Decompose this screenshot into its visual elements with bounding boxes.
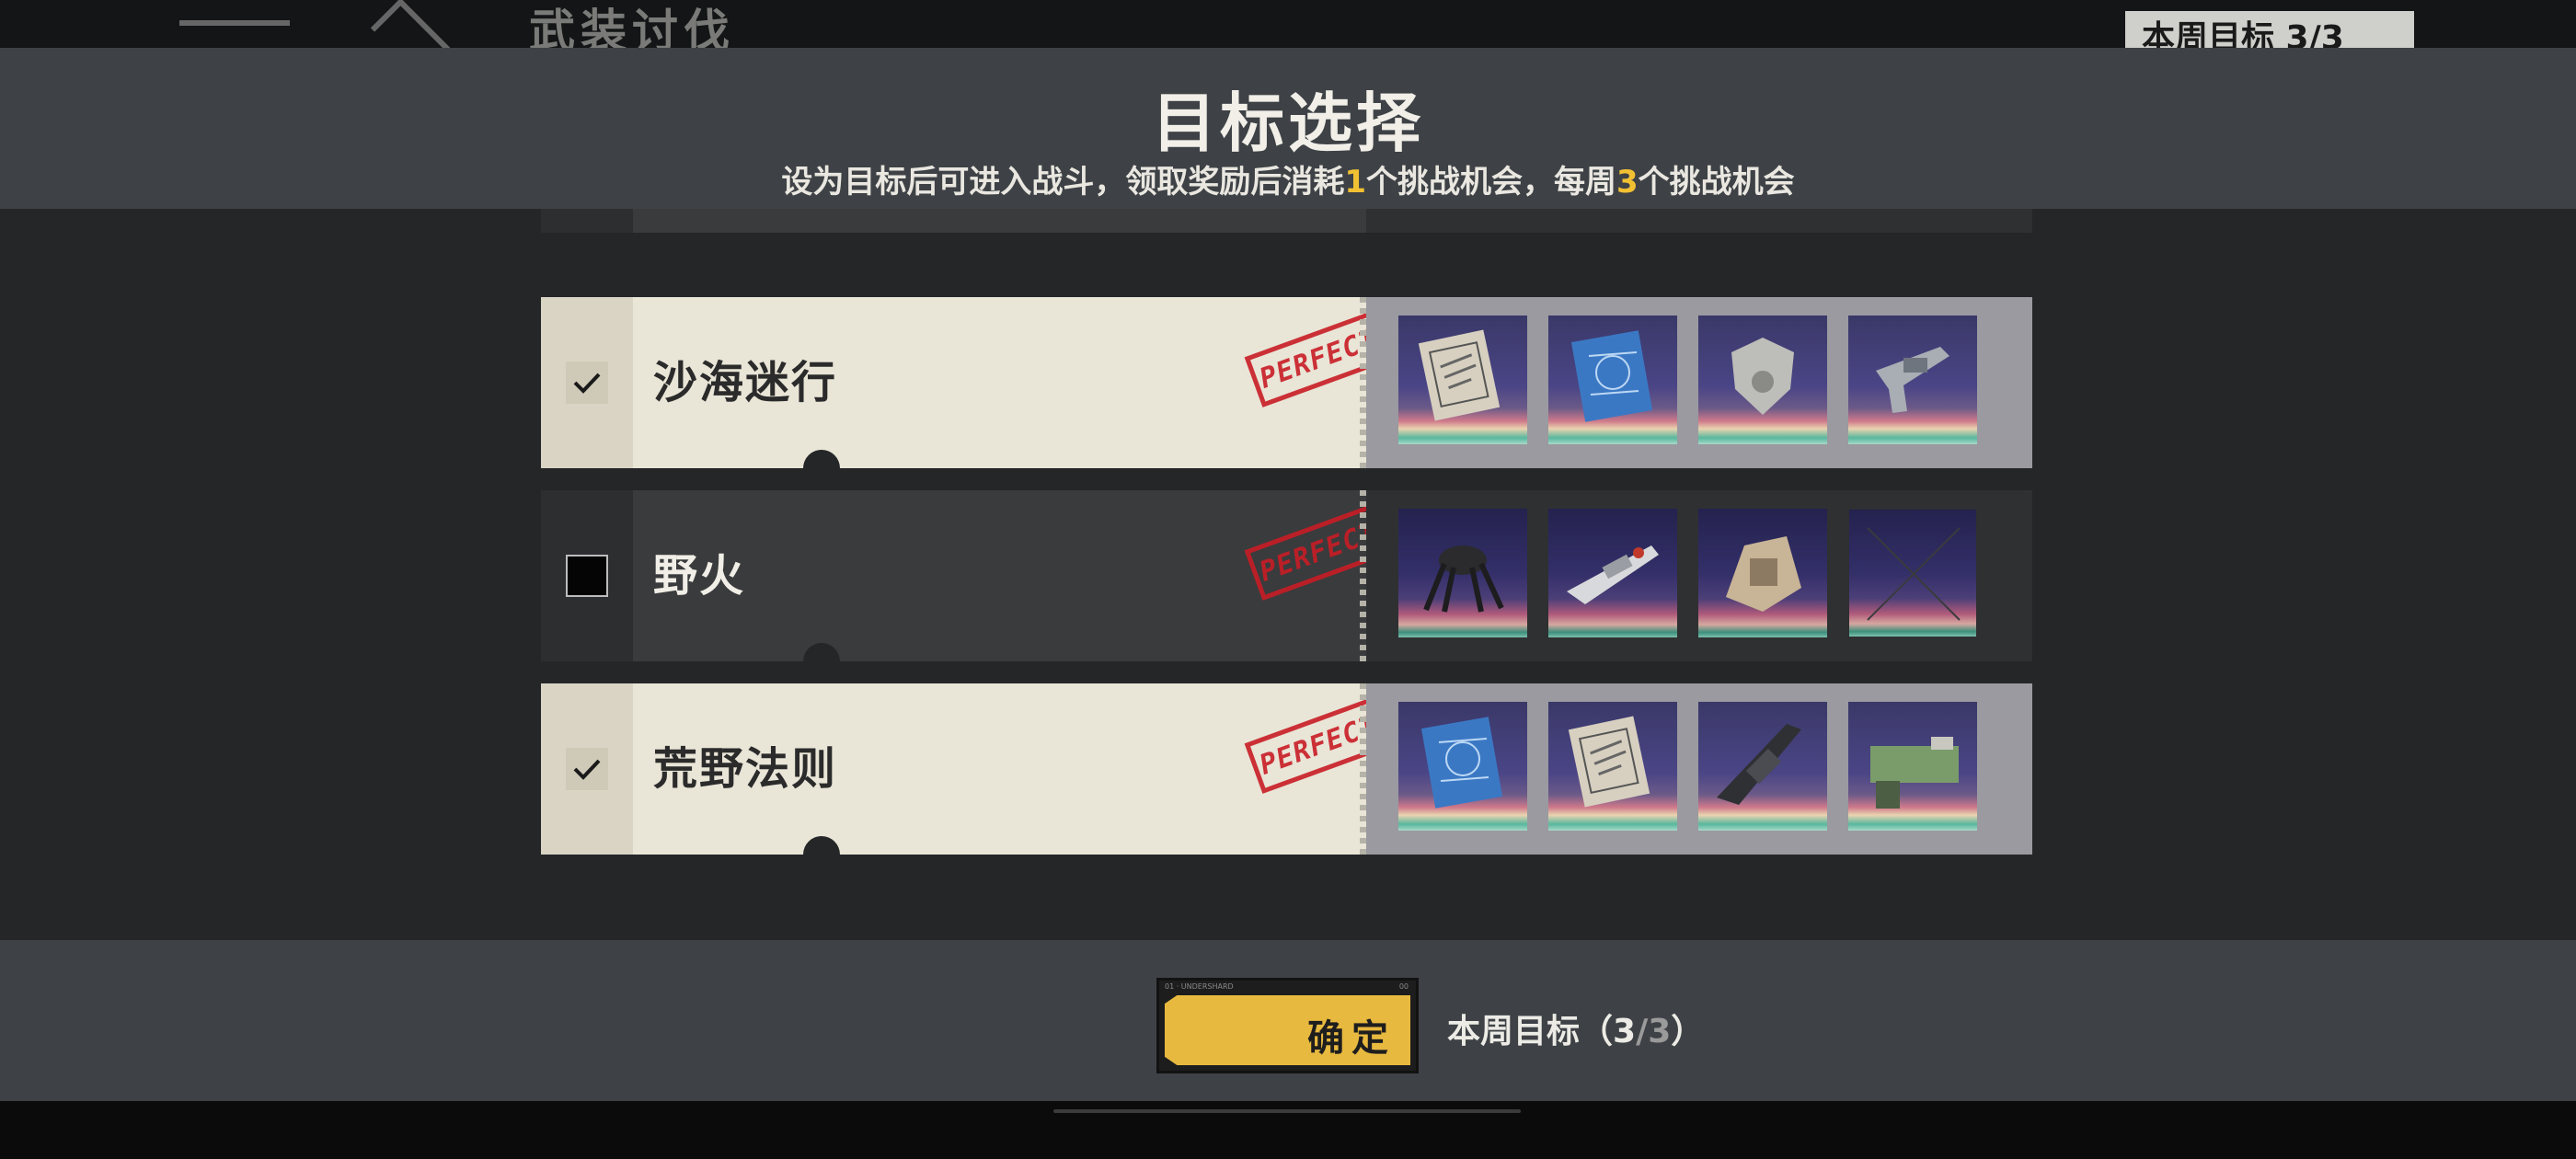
target-name: 野火 <box>653 550 746 602</box>
ticket-notch <box>803 255 840 292</box>
weekly-target-count: 本周目标（3/3） <box>1447 1013 1705 1050</box>
home-indicator[interactable] <box>1053 1109 1521 1113</box>
modal-title: 目标选择 <box>1152 86 1424 161</box>
reward-list <box>1366 683 2032 855</box>
reward-list <box>1366 297 2032 468</box>
green-weapon-icon[interactable] <box>1848 702 1977 831</box>
rifle-icon[interactable] <box>1548 509 1677 637</box>
checkmark-icon <box>573 373 601 394</box>
list-item-partial <box>541 209 2032 233</box>
modal-header: 目标选择 设为目标后可进入战斗，领取奖励后消耗1个挑战机会，每周3个挑战机会 <box>0 48 2576 209</box>
ticket-notch <box>803 836 840 873</box>
blueprint-document-icon[interactable] <box>1398 316 1527 444</box>
mech-weapon-icon[interactable] <box>1848 316 1977 444</box>
empty-slot-icon <box>1867 527 1961 621</box>
empty-slot <box>1848 509 1977 637</box>
target-row-yehuo[interactable]: 野火 PERFECT <box>541 490 2032 661</box>
target-checkbox[interactable] <box>566 555 608 597</box>
background-header: 武装讨伐 本周目标 3/3 <box>0 0 2576 78</box>
target-checkbox[interactable] <box>566 748 608 790</box>
target-list[interactable]: 沙海迷行 PERFECT 野火 PERFECT 荒野法则 PERFECT <box>0 209 2576 940</box>
modal-subtitle: 设为目标后可进入战斗，领取奖励后消耗1个挑战机会，每周3个挑战机会 <box>781 164 1795 201</box>
spider-mech-icon[interactable] <box>1398 509 1527 637</box>
target-name: 沙海迷行 <box>653 357 838 408</box>
reward-list <box>1366 490 2032 661</box>
armor-plate-icon[interactable] <box>1698 316 1827 444</box>
confirm-label: 确定 <box>1307 1017 1396 1060</box>
confirm-button[interactable]: 01 · UNDERSHARD 00 确定 <box>1156 978 1419 1073</box>
target-row-huangye[interactable]: 荒野法则 PERFECT <box>541 683 2032 855</box>
blue-schematic-icon[interactable] <box>1548 316 1677 444</box>
target-name: 荒野法则 <box>653 743 838 795</box>
target-checkbox[interactable] <box>566 361 608 404</box>
heavy-gun-icon[interactable] <box>1698 702 1827 831</box>
ticket-notch <box>803 450 840 487</box>
checkmark-icon <box>573 759 601 780</box>
tank-icon[interactable] <box>1698 509 1827 637</box>
blue-schematic-icon[interactable] <box>1398 702 1527 831</box>
target-row-shahai[interactable]: 沙海迷行 PERFECT <box>541 297 2032 468</box>
ticket-notch <box>803 643 840 680</box>
blueprint-document-icon[interactable] <box>1548 702 1677 831</box>
